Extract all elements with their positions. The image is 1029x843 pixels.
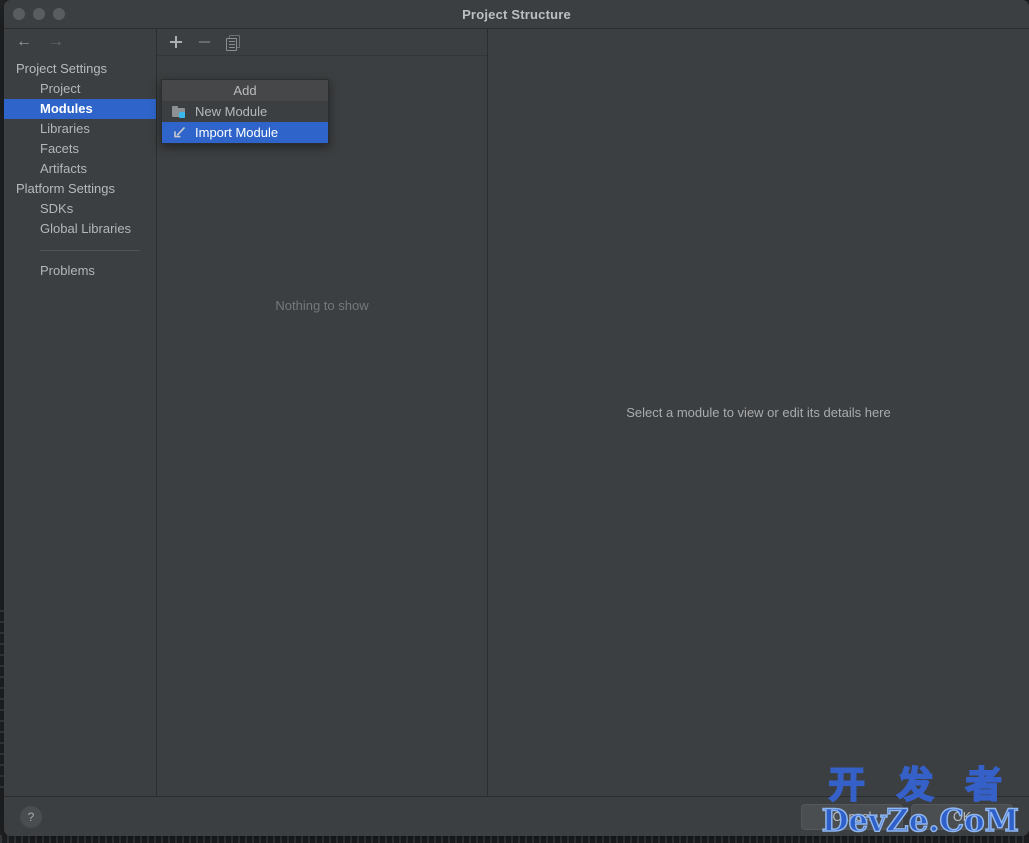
module-details-placeholder: Select a module to view or edit its deta… [626,405,891,420]
modules-toolbar [157,29,487,56]
settings-sidebar: ← → Project Settings Project Modules Lib… [4,29,157,796]
sidebar-group-project-settings: Project Settings [16,61,108,76]
sidebar-item-modules[interactable]: Modules [4,99,156,119]
minimize-button[interactable] [33,8,45,20]
remove-module-button[interactable] [196,34,212,50]
copy-icon-front-sheet [226,38,237,51]
project-structure-dialog: Project Structure ← → Project Settings P… [4,0,1029,836]
menu-item-new-module-label: New Module [195,104,268,119]
sidebar-item-libraries[interactable]: Libraries [4,119,156,139]
add-menu-header: Add [162,80,328,101]
window-controls [13,8,65,20]
settings-tree: Project Settings Project Modules Librari… [4,55,156,281]
folder-new-icon [172,105,187,119]
modules-list-panel: Nothing to show [157,29,488,796]
title-bar: Project Structure [4,0,1029,29]
dialog-footer: ? Cancel OK [4,796,1029,836]
sidebar-separator [40,250,140,251]
modules-empty-text: Nothing to show [275,298,369,313]
menu-item-import-module-label: Import Module [195,125,279,140]
window-title: Project Structure [462,6,571,22]
help-button[interactable]: ? [20,806,42,828]
close-button[interactable] [13,8,25,20]
dialog-body: ← → Project Settings Project Modules Lib… [4,29,1029,796]
sidebar-item-project[interactable]: Project [4,79,156,99]
sidebar-nav-bar: ← → [4,29,156,55]
sidebar-item-facets[interactable]: Facets [4,139,156,159]
sidebar-item-sdks[interactable]: SDKs [4,199,156,219]
copy-module-button[interactable] [224,34,240,51]
import-arrow-icon [172,126,187,140]
back-arrow-icon[interactable]: ← [16,34,32,50]
sidebar-item-global-libraries[interactable]: Global Libraries [4,219,156,239]
desktop-bottom-content-sliver [0,835,1029,843]
cancel-button[interactable]: Cancel [801,804,903,830]
sidebar-item-problems[interactable]: Problems [4,261,156,281]
maximize-button[interactable] [53,8,65,20]
sidebar-item-artifacts[interactable]: Artifacts [4,159,156,179]
footer-button-row: Cancel OK [801,804,1013,830]
sidebar-group-platform-settings: Platform Settings [16,181,115,196]
add-menu-popup: Add New Module Import Module [161,79,329,144]
menu-item-import-module[interactable]: Import Module [162,122,328,143]
ok-button[interactable]: OK [911,804,1013,830]
forward-arrow-icon[interactable]: → [48,34,64,50]
add-module-button[interactable] [168,34,184,50]
menu-item-new-module[interactable]: New Module [162,101,328,122]
module-details-panel: Select a module to view or edit its deta… [488,29,1029,796]
